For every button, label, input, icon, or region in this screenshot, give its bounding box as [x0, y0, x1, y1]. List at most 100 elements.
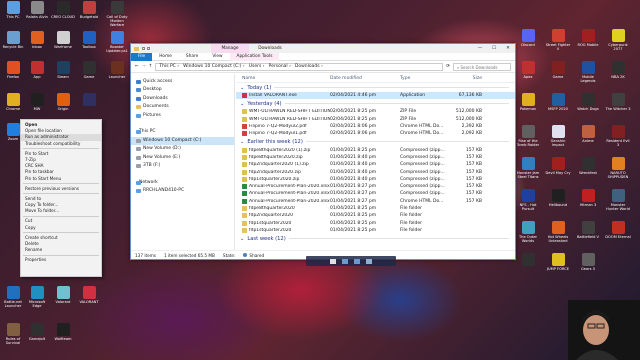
- desktop-icon[interactable]: Hellbound: [545, 188, 571, 218]
- desktop-icon[interactable]: MSFP 2020: [545, 92, 571, 122]
- file-row[interactable]: Filipino 7-Q2-Modyul1.pdf 02/04/2021 8:06…: [236, 130, 515, 137]
- address-bar[interactable]: This PC › Windows 10 Compact (C:) › Users …: [155, 62, 444, 71]
- file-row[interactable]: Annual-Procurement-Plan-2020.xlsx 01/04/2…: [236, 190, 515, 197]
- breadcrumb-item[interactable]: Personal ›: [269, 64, 291, 69]
- desktop-icon[interactable]: Battlefield V: [575, 220, 601, 250]
- desktop-icon[interactable]: Microsoft Edge: [24, 285, 50, 315]
- taskbar-thumbnail[interactable]: [306, 256, 396, 266]
- file-row[interactable]: Annual-Procurement-Plan-2020.xlsx 01/04/2…: [236, 198, 515, 205]
- desktop-icon[interactable]: Street Fighter V: [545, 28, 571, 58]
- desktop-icon[interactable]: Firefox: [0, 60, 26, 90]
- desktop-icon[interactable]: Recycle Bin: [0, 30, 26, 60]
- breadcrumb-item[interactable]: Users ›: [249, 64, 265, 69]
- close-button[interactable]: ✕: [501, 44, 515, 53]
- desktop-icon[interactable]: JUMP FORCE: [545, 252, 571, 282]
- collapse-chevron-icon[interactable]: ⌄: [240, 236, 244, 242]
- qat-icon[interactable]: [142, 47, 145, 50]
- file-row[interactable]: Install VALORANT.exe 02/04/2021 4:46 pm Ap…: [236, 92, 515, 100]
- col-size[interactable]: Size: [452, 76, 482, 81]
- tab-file[interactable]: File: [131, 52, 153, 61]
- desktop-icon[interactable]: Toolbox: [76, 30, 102, 60]
- desktop-icon[interactable]: Genshin Impact: [545, 124, 571, 154]
- desktop-icon[interactable]: Wreckfest: [575, 156, 601, 186]
- tab-share[interactable]: Share: [179, 53, 205, 61]
- nav-item[interactable]: RRCHLAND410-PC: [131, 187, 234, 195]
- context-menu-item[interactable]: Troubleshoot compatibility: [21, 141, 101, 147]
- minimize-button[interactable]: —: [473, 44, 487, 53]
- context-menu-item[interactable]: Copy: [21, 225, 101, 231]
- nav-item[interactable]: Quick access: [131, 78, 234, 86]
- context-menu-item[interactable]: Rename: [21, 247, 101, 253]
- desktop-icon[interactable]: [76, 92, 102, 122]
- file-row[interactable]: fdp1stquarter2020 01/04/2021 8:25 pm File …: [236, 219, 515, 226]
- desktop-icon[interactable]: Gears 5: [575, 252, 601, 282]
- desktop-icon[interactable]: VALORANT: [76, 285, 102, 315]
- file-row[interactable]: Annual-Procurement-Plan-2020.xlsx 01/04/2…: [236, 183, 515, 190]
- desktop-icon[interactable]: DOOM Eternal: [605, 220, 631, 250]
- desktop-icon[interactable]: Apex: [515, 60, 541, 90]
- forward-arrow-icon[interactable]: →: [142, 64, 146, 69]
- tab-home[interactable]: Home: [152, 53, 179, 61]
- group-header[interactable]: ⌄ Yesterday (4): [236, 99, 515, 108]
- desktop-icon[interactable]: MW: [24, 92, 50, 122]
- desktop-icon[interactable]: Hitman 3: [575, 188, 601, 218]
- desktop-icon[interactable]: Monster Jam Steel Titans: [515, 156, 541, 186]
- file-row[interactable]: fdp2ndquarter2020.zip 01/04/2021 8:40 pm C…: [236, 168, 515, 175]
- up-arrow-icon[interactable]: ↑: [149, 64, 153, 69]
- desktop-icon[interactable]: Rules of Survival: [0, 322, 26, 352]
- file-row[interactable]: fdpe8thquarter2020.zip 01/04/2021 8:40 pm…: [236, 154, 515, 161]
- collapse-chevron-icon[interactable]: ⌄: [240, 101, 244, 107]
- nav-item[interactable]: Network: [131, 179, 234, 187]
- file-row[interactable]: fdp2ndquarter2020 (1).zip 01/04/2021 8:40…: [236, 161, 515, 168]
- desktop-icon[interactable]: [515, 252, 541, 282]
- desktop-icon[interactable]: Game: [545, 60, 571, 90]
- desktop-icon[interactable]: Cyberpunk 2077: [605, 28, 631, 58]
- context-menu-item[interactable]: Move To folder...: [21, 208, 101, 214]
- desktop-icon[interactable]: Battle.net Launcher: [0, 285, 26, 315]
- refresh-icon[interactable]: ⟳: [446, 64, 450, 69]
- desktop-icon[interactable]: Anime: [575, 124, 601, 154]
- app-thumb-icon-3[interactable]: [354, 258, 360, 264]
- group-header[interactable]: ⌄ Earlier this week (12): [236, 137, 515, 146]
- nav-item[interactable]: New Volume (E:): [131, 154, 234, 162]
- desktop-icon[interactable]: Mobile Legends: [575, 60, 601, 90]
- nav-item[interactable]: New Volume (D:): [131, 145, 234, 153]
- context-menu-item[interactable]: Properties: [21, 257, 101, 263]
- collapse-chevron-icon[interactable]: ⌄: [240, 139, 244, 145]
- desktop-icon[interactable]: Devil May Cry: [545, 156, 571, 186]
- file-row[interactable]: fdp1stquarter2020.zip 01/04/2021 8:40 pm C…: [236, 176, 515, 183]
- desktop-icon[interactable]: Game: [76, 60, 102, 90]
- desktop-icon[interactable]: Launcher: [104, 60, 130, 90]
- desktop-icon[interactable]: This PC: [0, 0, 26, 30]
- collapse-chevron-icon[interactable]: ⌄: [240, 85, 244, 91]
- breadcrumb-item[interactable]: Downloads ›: [295, 64, 323, 69]
- desktop-icon[interactable]: Wolfteam: [50, 322, 76, 352]
- desktop-icon[interactable]: NBA 2K: [605, 60, 631, 90]
- desktop-icon[interactable]: Chrome: [0, 92, 26, 122]
- desktop-icon[interactable]: ROG Mobile: [575, 28, 601, 58]
- desktop-icon[interactable]: Hot Wheels Unleashed: [545, 220, 571, 250]
- desktop-icon[interactable]: Steam: [50, 60, 76, 90]
- app-thumb-icon-2[interactable]: [342, 258, 348, 264]
- maximize-button[interactable]: ☐: [487, 44, 501, 53]
- nav-item[interactable]: Pictures: [131, 112, 234, 120]
- desktop-icon[interactable]: Valorant: [50, 285, 76, 315]
- desktop-icon[interactable]: Ralaks Alvin: [24, 0, 50, 30]
- desktop-icon[interactable]: CREO CLOUD: [50, 0, 76, 30]
- file-row[interactable]: fdp1stquarter2020 01/04/2021 8:25 pm File …: [236, 227, 515, 234]
- desktop-icon[interactable]: Warframe: [50, 30, 76, 60]
- group-header[interactable]: ⌄ Today (1): [236, 83, 515, 92]
- breadcrumb-item[interactable]: This PC ›: [159, 64, 179, 69]
- nav-item[interactable]: Desktop: [131, 86, 234, 94]
- context-menu-item[interactable]: Pin to Start Menu: [21, 176, 101, 182]
- desktop-icon[interactable]: Origin: [50, 92, 76, 122]
- tab-application-tools[interactable]: Application Tools: [229, 52, 280, 61]
- breadcrumb-item[interactable]: Windows 10 Compact (C:) ›: [183, 64, 245, 69]
- file-row[interactable]: Filipino 7-Q2-Modyul2.pdf 02/04/2021 8:06…: [236, 123, 515, 130]
- nav-item[interactable]: Documents: [131, 103, 234, 111]
- desktop-icon[interactable]: Monster Hunter World: [605, 188, 631, 218]
- file-row[interactable]: fdp2ndquarter2020 01/04/2021 8:25 pm File …: [236, 212, 515, 219]
- col-date[interactable]: Date modified: [330, 76, 400, 81]
- desktop-icon[interactable]: Watch Dogs: [575, 92, 601, 122]
- desktop-icon[interactable]: The Witcher 3: [605, 92, 631, 122]
